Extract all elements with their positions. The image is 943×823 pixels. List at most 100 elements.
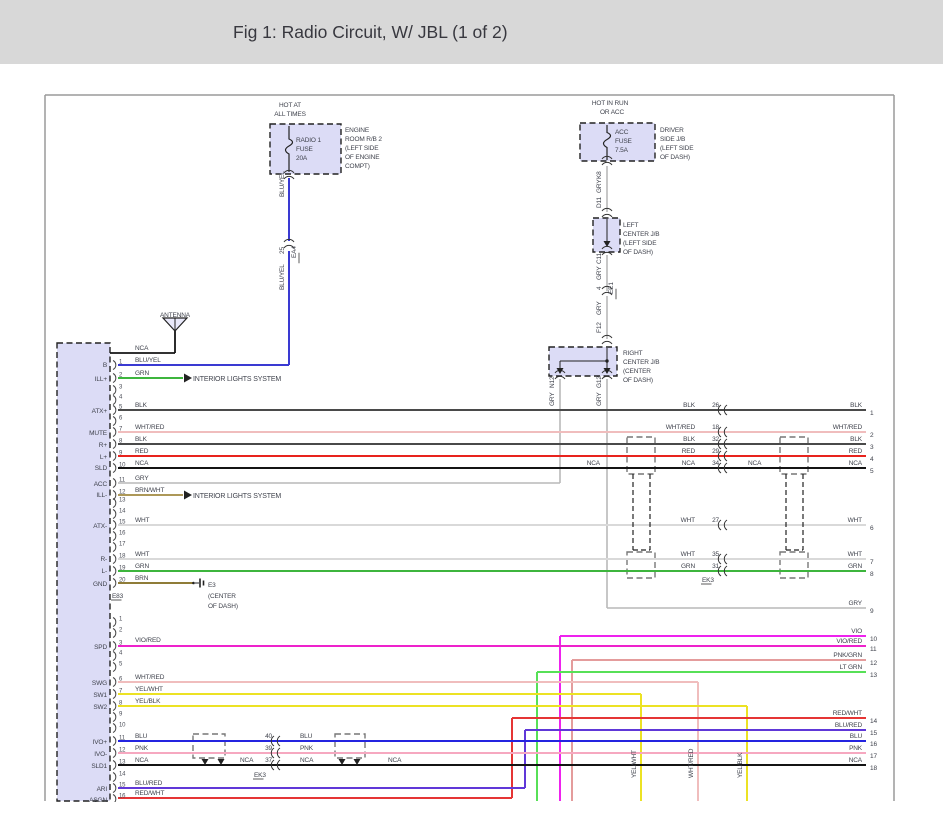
diagram-label: BLU/YEL — [279, 264, 286, 290]
diagram-label: 39 — [265, 745, 272, 752]
diagram-label: 9 — [870, 608, 874, 615]
pin-number: 4 — [119, 651, 123, 657]
diagram-label: HOT AT — [279, 102, 301, 109]
diagram-label: NCA — [587, 460, 601, 467]
pin-bracket — [112, 677, 117, 687]
diagram-label: VIO/RED — [836, 638, 862, 645]
diagram-label: GND — [93, 581, 107, 588]
diagram-label: OR ACC — [600, 109, 624, 116]
diagram-label: NCA — [748, 460, 762, 467]
pin-bracket — [112, 628, 117, 638]
diagram-label: D11 — [596, 196, 603, 208]
diagram-label: PNK/GRN — [833, 652, 862, 659]
pin-bracket — [112, 748, 117, 758]
diagram-label: BLU/RED — [135, 780, 163, 787]
diagram-label: 25 — [279, 247, 286, 254]
diagram-label: GRY — [596, 179, 603, 193]
diagram-label: 37 — [265, 757, 272, 764]
pin-number: 4 — [119, 395, 123, 401]
diagram-label: NCA — [135, 345, 149, 352]
shield-box — [192, 733, 226, 759]
diagram-label: R- — [100, 556, 107, 563]
diagram-label: 8 — [870, 571, 874, 578]
diagram-label: 27 — [712, 517, 719, 524]
diagram-label: BLU — [850, 733, 863, 740]
diagram-label: ROOM R/B 2 — [345, 136, 382, 143]
diagram-label: VIO/RED — [135, 637, 161, 644]
diagram-label: GRN — [135, 370, 149, 377]
diagram-label: 4 — [870, 456, 874, 463]
diagram-label: NCA — [300, 757, 314, 764]
diagram-label: LEFT — [623, 222, 638, 229]
diagram-label: 14 — [870, 718, 877, 725]
diagram-label: WHT — [681, 551, 696, 558]
diagram-label: SW2 — [93, 704, 107, 711]
diagram-label: WHT/RED — [666, 424, 696, 431]
diagram-label: 5 — [870, 468, 874, 475]
diagram-label: ACC — [615, 129, 629, 136]
shield-box — [626, 551, 656, 579]
diagram-label: GRY — [596, 266, 603, 280]
pin-bracket — [112, 641, 117, 651]
diagram-label: BLU/YEL — [135, 357, 161, 364]
diagram-label: HOT IN RUN — [592, 100, 629, 107]
diagram-label: YEL/BLK — [135, 698, 161, 705]
pin-bracket — [112, 736, 117, 746]
pin-bracket — [112, 578, 117, 588]
diagram-label: NCA — [849, 757, 863, 764]
diagram-label: GRY — [596, 301, 603, 315]
diagram-label: RED — [682, 448, 696, 455]
pin-bracket — [112, 712, 117, 722]
diagram-label: RED — [849, 448, 863, 455]
pin-number: 15 — [119, 783, 126, 789]
pin-bracket — [112, 617, 117, 627]
diagram-label: 7.5A — [615, 147, 629, 154]
diagram-label: INTERIOR LIGHTS SYSTEM — [193, 376, 281, 383]
diagram-label: NCA — [135, 757, 149, 764]
pin-bracket — [112, 566, 117, 576]
diagram-label: SIDE J/B — [660, 136, 685, 143]
diagram-label: RED/WHT — [833, 710, 862, 717]
diagram-label: CENTER J/B — [623, 359, 659, 366]
diagram-label: E83 — [112, 593, 124, 600]
diagram-label: BLK — [850, 436, 863, 443]
crop-mask — [0, 802, 943, 823]
diagram-label: GRY — [848, 600, 862, 607]
diagram-label: BLK — [850, 402, 863, 409]
pin-number: 13 — [119, 498, 126, 504]
diagram-label: L+ — [100, 454, 107, 461]
diagram-label: VIO — [851, 628, 862, 635]
diagram-label: NCA — [240, 757, 254, 764]
diagram-label: RED — [135, 448, 149, 455]
pin-number: 3 — [119, 385, 123, 391]
diagram-label: 20A — [296, 155, 308, 162]
diagram-label: ATX+ — [92, 408, 108, 415]
junction-dot — [605, 359, 609, 363]
diagram-label: WHT/RED — [135, 424, 165, 431]
diagram-label: 13 — [870, 672, 877, 679]
diagram-label: G12 — [596, 376, 603, 388]
ground-icon — [192, 581, 195, 585]
diagram-label: EK3 — [254, 772, 266, 779]
diagram-label: ARI — [97, 786, 108, 793]
diagram-label: EA4 — [291, 246, 298, 258]
diagram-label: LT GRN — [840, 664, 863, 671]
diagram-label: ATX- — [93, 523, 107, 530]
diagram-label: BLK — [683, 436, 696, 443]
diagram-label: GRY — [135, 475, 149, 482]
diagram-label: 7 — [870, 559, 874, 566]
diagram-label: RED/WHT — [135, 790, 164, 797]
diagram-label: BLU/YEL — [279, 171, 286, 197]
pin-number: 19 — [119, 566, 126, 572]
pin-bracket — [112, 439, 117, 449]
pin-bracket — [112, 416, 117, 426]
diagram-label: WHT — [848, 551, 863, 558]
diagram-label: ILL- — [96, 492, 107, 499]
diagram-label: 15 — [870, 730, 877, 737]
pin-bracket — [112, 405, 117, 415]
diagram-label: OF DASH) — [623, 377, 653, 384]
pin-bracket — [112, 490, 117, 500]
diagram-label: SLD1 — [91, 763, 107, 770]
diagram-label: WHT — [135, 551, 150, 558]
diagram-label: BLK — [135, 402, 148, 409]
